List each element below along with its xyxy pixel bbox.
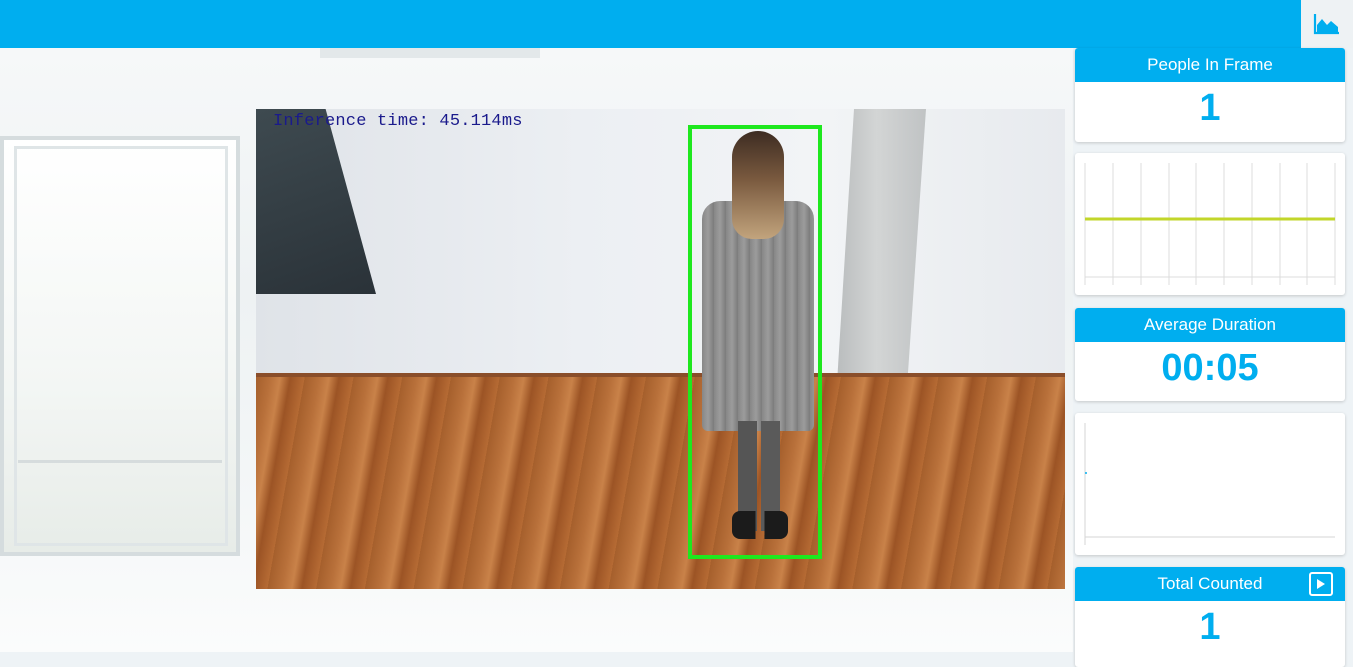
play-icon <box>1317 579 1325 589</box>
people-in-frame-value: 1 <box>1199 87 1221 129</box>
area-chart-icon <box>1313 14 1339 35</box>
people-in-frame-chart <box>1075 153 1345 295</box>
stats-sidebar: People In Frame 1 Average Duration 00:05 <box>1075 48 1345 667</box>
people-in-frame-card: People In Frame 1 <box>1075 48 1345 142</box>
total-counted-value: 1 <box>1199 606 1221 648</box>
total-counted-label: Total Counted <box>1157 574 1263 593</box>
background-window <box>0 136 240 556</box>
average-duration-value: 00:05 <box>1161 347 1259 389</box>
chart-toggle-button[interactable] <box>1301 0 1353 48</box>
average-duration-chart <box>1075 413 1345 555</box>
total-counted-header: Total Counted <box>1075 567 1345 601</box>
people-in-frame-chart-svg <box>1084 163 1336 285</box>
average-duration-label: Average Duration <box>1075 308 1345 342</box>
play-button[interactable] <box>1309 572 1333 596</box>
video-floor <box>256 377 1065 589</box>
ceiling-light <box>320 48 540 58</box>
inference-time-overlay: Inference time: 45.114ms <box>273 112 523 131</box>
video-feed: Inference time: 45.114ms <box>256 109 1065 589</box>
total-counted-card: Total Counted 1 <box>1075 567 1345 667</box>
people-in-frame-label: People In Frame <box>1075 48 1345 82</box>
top-bar <box>0 0 1353 48</box>
average-duration-card: Average Duration 00:05 <box>1075 308 1345 401</box>
person-bounding-box <box>688 125 822 559</box>
video-wall <box>256 109 1065 379</box>
average-duration-chart-svg <box>1084 423 1335 545</box>
